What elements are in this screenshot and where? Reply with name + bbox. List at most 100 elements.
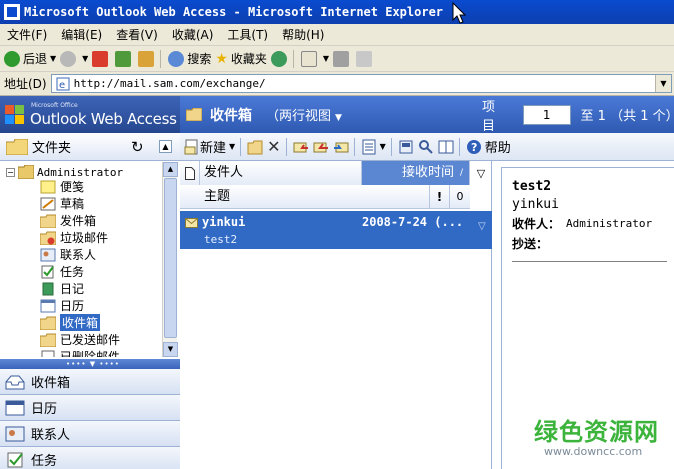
list-header-row2: 主题 ! 0 xyxy=(180,184,470,209)
home-icon xyxy=(138,50,155,67)
paging-items-label: 项目 xyxy=(482,99,496,134)
folder-item-journal[interactable]: 日记 xyxy=(40,280,84,297)
folder-item-contacts[interactable]: 联系人 xyxy=(40,246,96,263)
folder-item-label: 发件箱 xyxy=(60,214,97,228)
paging-total: 至 1 （共 1 个） xyxy=(580,109,674,124)
collapse-icon[interactable]: ▲ xyxy=(159,140,172,153)
expand-collapse-icon[interactable]: − xyxy=(6,167,15,177)
column-flag[interactable]: ▽ xyxy=(470,161,492,185)
forward-mail-button[interactable] xyxy=(333,139,349,155)
scroll-up-icon[interactable]: ▲ xyxy=(163,162,178,177)
reply-all-button[interactable] xyxy=(313,139,329,155)
nav-tasks[interactable]: 任务 xyxy=(0,447,180,469)
folder-item-sent[interactable]: 已发送邮件 xyxy=(40,331,120,348)
folder-tree-scrollbar[interactable]: ▲ ▼ xyxy=(162,162,178,357)
help-button[interactable]: ? 帮助 xyxy=(466,137,511,156)
address-input[interactable]: e http://mail.sam.com/exchange/ ▼ xyxy=(50,74,672,93)
menu-tools[interactable]: 工具(T) xyxy=(220,26,275,43)
media-icon xyxy=(270,50,287,67)
nav-label: 联系人 xyxy=(31,428,71,443)
folder-item-label: 日历 xyxy=(60,299,85,313)
column-received[interactable]: 接收时间 / xyxy=(362,161,470,185)
watermark: 绿色资源网 www.downcc.com xyxy=(534,412,659,458)
pane-splitter[interactable]: •••• ▼ •••• xyxy=(0,359,180,369)
watermark-text: 绿色资源网 xyxy=(534,418,659,446)
print-button[interactable] xyxy=(333,50,352,67)
folder-item-deleted[interactable]: 已删除邮件 xyxy=(40,348,120,357)
scroll-down-icon[interactable]: ▼ xyxy=(163,342,178,357)
edit-button[interactable] xyxy=(356,50,375,67)
nav-contacts[interactable]: 联系人 xyxy=(0,421,180,447)
nav-label: 收件箱 xyxy=(31,376,71,391)
chevron-down-icon[interactable]: ▼ xyxy=(655,75,671,92)
folder-item-calendar[interactable]: 日历 xyxy=(40,297,84,314)
page-number-input[interactable]: 1 xyxy=(522,104,571,125)
view-selector[interactable]: （两行视图 ▼ xyxy=(266,105,342,124)
menu-help[interactable]: 帮助(H) xyxy=(275,26,331,43)
view-label: （两行视图 xyxy=(266,109,332,124)
message-type-column[interactable] xyxy=(180,161,200,185)
folder-item-notes[interactable]: 便笺 xyxy=(40,178,84,195)
delete-button[interactable]: ✕ xyxy=(267,137,280,156)
reply-icon xyxy=(293,142,308,152)
column-subject[interactable]: 主题 xyxy=(180,184,430,209)
current-folder-title: 收件箱 （两行视图 ▼ xyxy=(186,96,342,133)
new-button[interactable]: 新建 ▼ xyxy=(184,137,235,156)
refresh-button[interactable] xyxy=(115,50,134,67)
folder-item-drafts[interactable]: 草稿 xyxy=(40,195,84,212)
reading-pane-icon xyxy=(362,139,376,154)
search-label: 搜索 xyxy=(187,52,212,66)
reading-from: yinkui xyxy=(512,197,559,212)
contacts-icon xyxy=(5,426,25,441)
view-options-button[interactable]: ▼ xyxy=(361,139,386,155)
mouse-cursor-icon xyxy=(452,2,466,24)
reply-button[interactable] xyxy=(293,139,309,155)
nav-calendar[interactable]: 日历 xyxy=(0,395,180,421)
page-icon: e xyxy=(56,77,70,91)
find-button[interactable] xyxy=(418,139,434,155)
column-from[interactable]: 发件人 xyxy=(200,161,362,185)
check-messages-button[interactable] xyxy=(398,139,414,155)
ie-logo-icon xyxy=(4,4,20,20)
folder-item-label: 已发送邮件 xyxy=(60,333,121,347)
folder-item-outbox[interactable]: 发件箱 xyxy=(40,212,96,229)
back-button[interactable]: 后退 ▼ xyxy=(4,50,56,67)
folder-item-junk[interactable]: 垃圾邮件 xyxy=(40,229,108,246)
move-button[interactable] xyxy=(247,139,263,155)
command-divider xyxy=(458,137,460,156)
envelope-icon xyxy=(185,218,198,228)
menu-view[interactable]: 查看(V) xyxy=(109,26,165,43)
flag-icon[interactable]: ▽ xyxy=(478,221,490,233)
search-icon xyxy=(168,50,185,67)
search-icon xyxy=(418,139,433,154)
folders-header: 文件夹 ↻ ▲ xyxy=(0,133,180,161)
mail-button[interactable]: ▼ xyxy=(300,50,329,67)
folder-item-tasks[interactable]: 任务 xyxy=(40,263,84,280)
address-book-button[interactable] xyxy=(438,139,454,155)
stop-button[interactable] xyxy=(92,50,111,67)
menu-file[interactable]: 文件(F) xyxy=(0,26,54,43)
deleted-icon xyxy=(41,350,55,357)
inbox-icon xyxy=(5,375,25,389)
folder-item-inbox[interactable]: 收件箱 xyxy=(40,314,101,331)
chevron-down-icon: ▼ xyxy=(82,54,89,63)
favorites-button[interactable]: ★ 收藏夹 xyxy=(215,50,267,67)
home-button[interactable] xyxy=(138,50,157,67)
tasks-icon xyxy=(41,265,54,278)
column-attachment[interactable]: 0 xyxy=(450,185,470,209)
command-divider xyxy=(353,137,355,156)
message-row[interactable]: yinkui 2008-7-24 (... test2 ▽ xyxy=(180,211,492,249)
column-importance[interactable]: ! xyxy=(430,184,450,209)
menu-edit[interactable]: 编辑(E) xyxy=(54,26,109,43)
search-button[interactable]: 搜索 xyxy=(168,50,211,67)
menu-favorites[interactable]: 收藏(A) xyxy=(165,26,221,43)
media-button[interactable] xyxy=(270,50,290,67)
address-url: http://mail.sam.com/exchange/ xyxy=(73,77,266,90)
tree-root[interactable]: − Administrator xyxy=(6,165,123,179)
forward-button[interactable]: ▼ xyxy=(60,50,89,67)
nav-inbox[interactable]: 收件箱 xyxy=(0,369,180,395)
scroll-thumb[interactable] xyxy=(164,178,177,338)
refresh-icon[interactable]: ↻ xyxy=(131,139,147,155)
owa-logo: Microsoft Office Outlook Web Access xyxy=(0,96,180,133)
folders-header-label: 文件夹 xyxy=(32,141,72,156)
